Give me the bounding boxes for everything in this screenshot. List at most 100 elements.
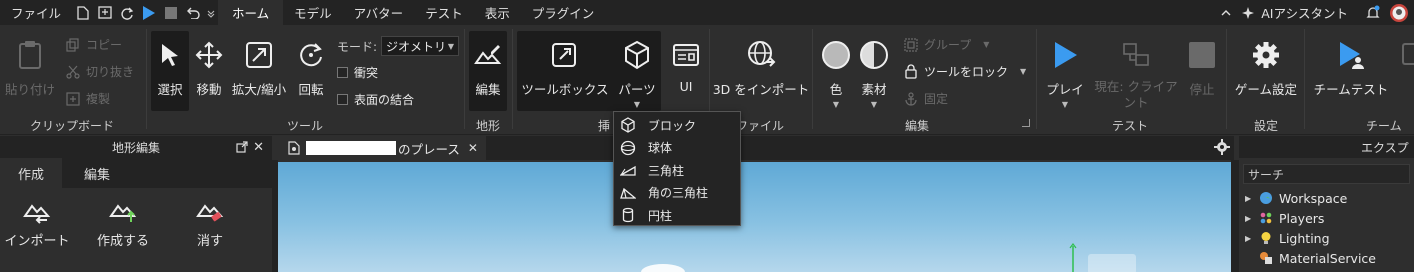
menu-item-wedge[interactable]: 三角柱: [614, 159, 740, 182]
panel-splitter[interactable]: [1231, 160, 1239, 272]
menu-item-block[interactable]: ブロック: [614, 114, 740, 137]
join-surfaces-toggle[interactable]: 表面の結合: [337, 91, 414, 108]
ai-assistant-button[interactable]: AIアシスタント: [1259, 0, 1362, 25]
toolbox-icon: [550, 35, 580, 75]
mode-dropdown[interactable]: ジオメトリ ▼: [381, 36, 460, 56]
terrain-editor-header: 地形編集 ✕: [0, 136, 272, 158]
collisions-checkbox[interactable]: [337, 67, 348, 78]
tree-item-workspace[interactable]: ▶ Workspace: [1239, 188, 1414, 208]
material-service-icon: [1260, 252, 1272, 264]
anchor-button[interactable]: 固定: [904, 90, 948, 107]
players-icon: [1260, 212, 1272, 224]
tree-item-material-service[interactable]: MaterialService: [1239, 248, 1414, 268]
tab-plugins[interactable]: プラグイン: [521, 0, 606, 25]
team-group-label: チーム: [1366, 119, 1402, 133]
menu-item-label: 球体: [648, 141, 673, 156]
file-menu[interactable]: ファイル: [0, 0, 72, 25]
test-group-label: テスト: [1112, 119, 1149, 133]
tab-test[interactable]: テスト: [414, 0, 474, 25]
ui-button[interactable]: UI: [666, 35, 706, 94]
lock-tool-button[interactable]: ツールをロック ▼: [904, 63, 1026, 80]
current-client-button[interactable]: 現在: クライアント: [1090, 35, 1182, 111]
cut-button[interactable]: 切り抜き: [66, 63, 134, 80]
menu-item-sphere[interactable]: 球体: [614, 137, 740, 160]
material-button[interactable]: 素材 ▼: [856, 35, 892, 109]
gear-icon: [1251, 35, 1281, 75]
join-surfaces-checkbox[interactable]: [337, 94, 348, 105]
group-button[interactable]: グループ ▼: [904, 36, 989, 53]
tree-item-lighting[interactable]: ▶ Lighting: [1239, 228, 1414, 248]
3d-viewport[interactable]: [278, 162, 1231, 272]
collapse-ribbon-icon[interactable]: [1215, 0, 1237, 25]
tab-avatar[interactable]: アバター: [343, 0, 415, 25]
stop-button[interactable]: 停止: [1184, 35, 1220, 98]
menu-item-corner-wedge[interactable]: 角の三角柱: [614, 182, 740, 205]
cut-label: 切り抜き: [86, 65, 135, 79]
terrain-clear-button[interactable]: 消す: [188, 198, 232, 249]
chevron-down-icon: ▼: [633, 100, 641, 109]
quick-access-chevron-icon[interactable]: [204, 0, 218, 25]
title-bar: ファイル ホーム モデル アバター テスト 表示 プラグイン AIアシスタント: [0, 0, 1414, 25]
tab-view[interactable]: 表示: [474, 0, 521, 25]
notification-bell-icon[interactable]: [1362, 0, 1384, 25]
rotate-tool-button[interactable]: 回転: [294, 35, 328, 98]
expand-arrow-icon[interactable]: ▶: [1245, 214, 1259, 223]
undo-icon[interactable]: [182, 0, 204, 25]
terrain-edit-icon: [474, 35, 502, 75]
close-icon[interactable]: ✕: [253, 140, 264, 155]
paste-button[interactable]: 貼り付け: [4, 35, 56, 98]
terrain-generate-icon: [109, 204, 137, 222]
terrain-generate-label: 作成する: [96, 234, 149, 249]
menu-item-cylinder[interactable]: 円柱: [614, 204, 740, 227]
terrain-import-button[interactable]: インポート: [4, 198, 70, 249]
duplicate-icon: [66, 91, 80, 106]
terrain-generate-button[interactable]: 作成する: [93, 198, 153, 249]
tree-item-label: MaterialService: [1279, 250, 1376, 266]
play-button[interactable]: プレイ ▼: [1042, 35, 1088, 109]
edit-group-expand-icon[interactable]: [1022, 119, 1030, 127]
import-3d-button[interactable]: 3D をインポート: [713, 35, 809, 98]
publish-icon[interactable]: [94, 0, 116, 25]
tab-home[interactable]: ホーム: [218, 0, 284, 25]
expand-arrow-icon[interactable]: ▶: [1245, 234, 1259, 243]
tab-edit[interactable]: 編集: [62, 158, 132, 188]
place-tab[interactable]: のプレース ✕: [276, 136, 486, 160]
team-test-label: チームテスト: [1313, 82, 1389, 97]
redo-arrow-icon[interactable]: [116, 0, 138, 25]
tree-item-players[interactable]: ▶ Players: [1239, 208, 1414, 228]
explorer-search-input[interactable]: サーチ: [1243, 164, 1410, 184]
move-tool-button[interactable]: 移動: [191, 35, 227, 98]
file-group-label: ファイル: [736, 119, 785, 133]
new-file-icon[interactable]: [72, 0, 94, 25]
popout-icon[interactable]: [236, 141, 248, 156]
join-surfaces-label: 表面の結合: [354, 93, 415, 107]
parts-button[interactable]: パーツ ▼: [615, 35, 659, 109]
close-icon[interactable]: ✕: [468, 141, 478, 155]
copy-button[interactable]: コピー: [66, 36, 122, 53]
toolbox-button[interactable]: ツールボックス: [520, 35, 610, 98]
scale-tool-button[interactable]: 拡大/縮小: [231, 35, 287, 98]
game-settings-button[interactable]: ゲーム設定: [1232, 35, 1300, 98]
color-circle-icon: [821, 35, 851, 75]
document-tab-bar: のプレース ✕: [276, 136, 1234, 160]
select-tool-button[interactable]: 選択: [151, 35, 189, 98]
team-test-button[interactable]: チームテスト: [1312, 35, 1390, 98]
parts-label: パーツ: [618, 82, 656, 97]
group-icon: [904, 37, 918, 52]
color-button[interactable]: 色 ▼: [818, 35, 854, 109]
terrain-edit-button[interactable]: 編集: [469, 35, 507, 98]
chevron-down-icon: ▼: [983, 40, 990, 49]
avatar[interactable]: [1384, 0, 1414, 25]
tab-model[interactable]: モデル: [283, 0, 343, 25]
terrain-import-icon: [23, 204, 51, 224]
separator: [1036, 29, 1037, 129]
tab-create[interactable]: 作成: [0, 158, 62, 188]
expand-arrow-icon[interactable]: ▶: [1245, 194, 1259, 203]
duplicate-button[interactable]: 複製: [66, 90, 110, 107]
edit-group-label: 編集: [905, 119, 930, 133]
stop-icon[interactable]: [160, 0, 182, 25]
play-icon[interactable]: [138, 0, 160, 25]
viewport-settings-gear-icon[interactable]: [1214, 139, 1230, 158]
collisions-toggle[interactable]: 衝突: [337, 64, 378, 81]
paste-label: 貼り付け: [4, 82, 55, 97]
